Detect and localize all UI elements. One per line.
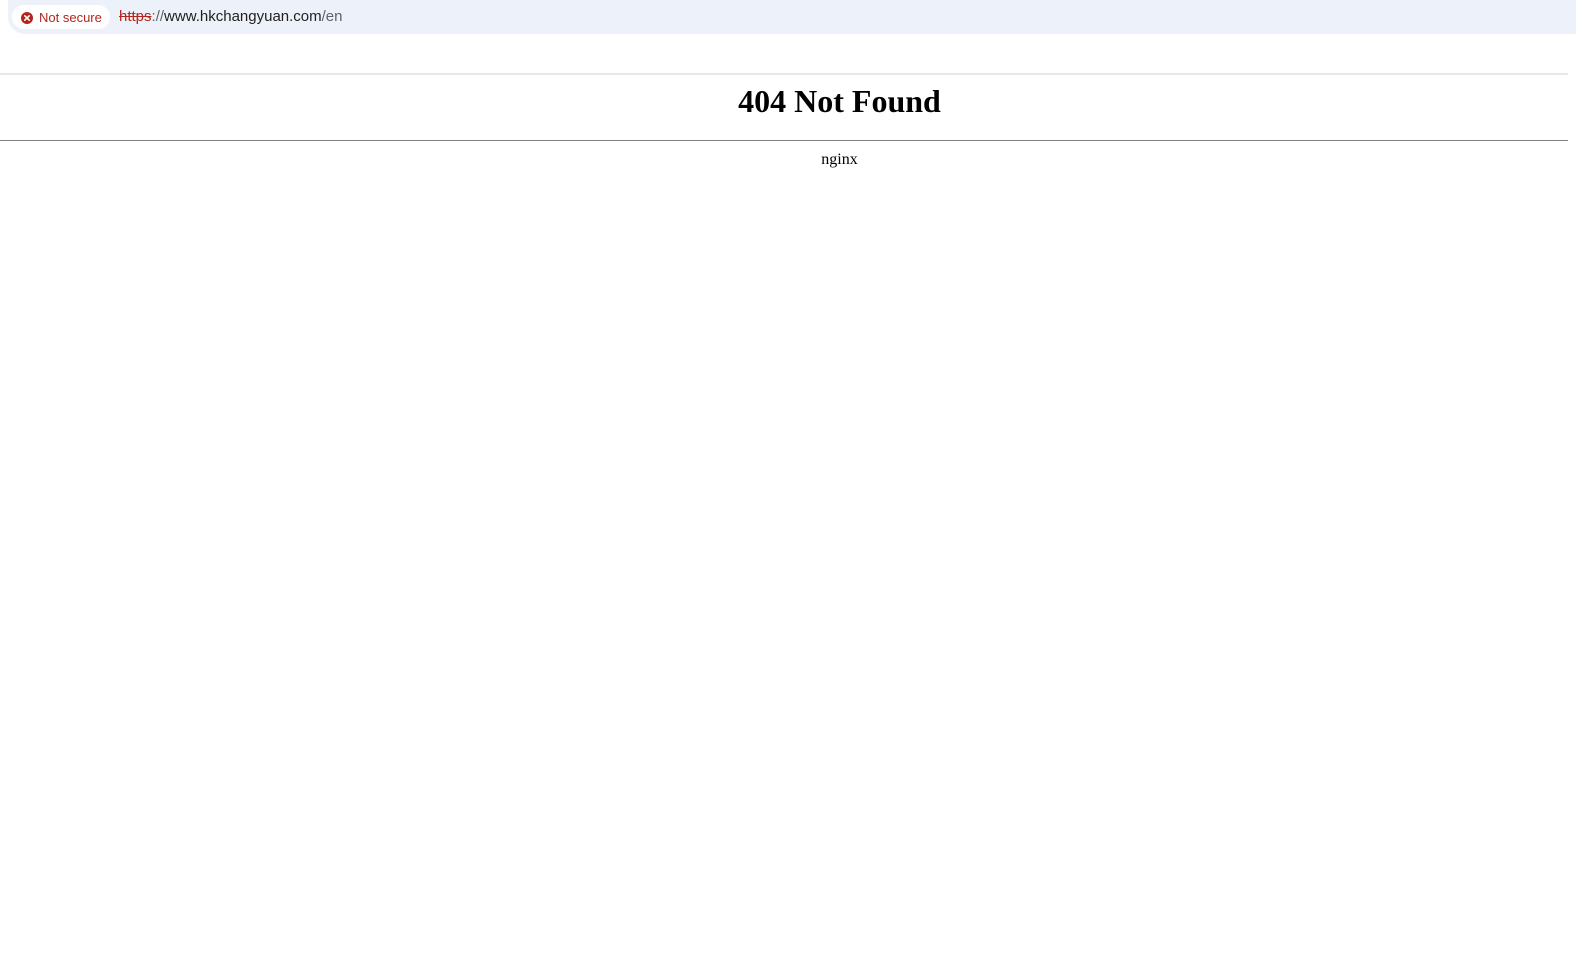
address-bar[interactable]: Not secure https://www.hkchangyuan.com/e… bbox=[8, 0, 1576, 34]
security-indicator-button[interactable]: Not secure bbox=[12, 5, 110, 29]
horizontal-rule bbox=[0, 140, 1568, 141]
error-circle-icon bbox=[21, 11, 33, 24]
url-field[interactable]: https://www.hkchangyuan.com/en bbox=[119, 7, 343, 27]
url-path: /en bbox=[321, 8, 343, 25]
scrollbar-track[interactable] bbox=[1568, 34, 1576, 970]
url-host: www.hkchangyuan.com bbox=[164, 8, 322, 25]
server-signature: nginx bbox=[821, 151, 858, 168]
page-title: 404 Not Found bbox=[738, 83, 941, 119]
url-scheme: https bbox=[119, 8, 152, 25]
security-label: Not secure bbox=[39, 9, 102, 25]
url-separator: :// bbox=[151, 8, 165, 25]
toolbar-divider bbox=[0, 73, 1568, 75]
